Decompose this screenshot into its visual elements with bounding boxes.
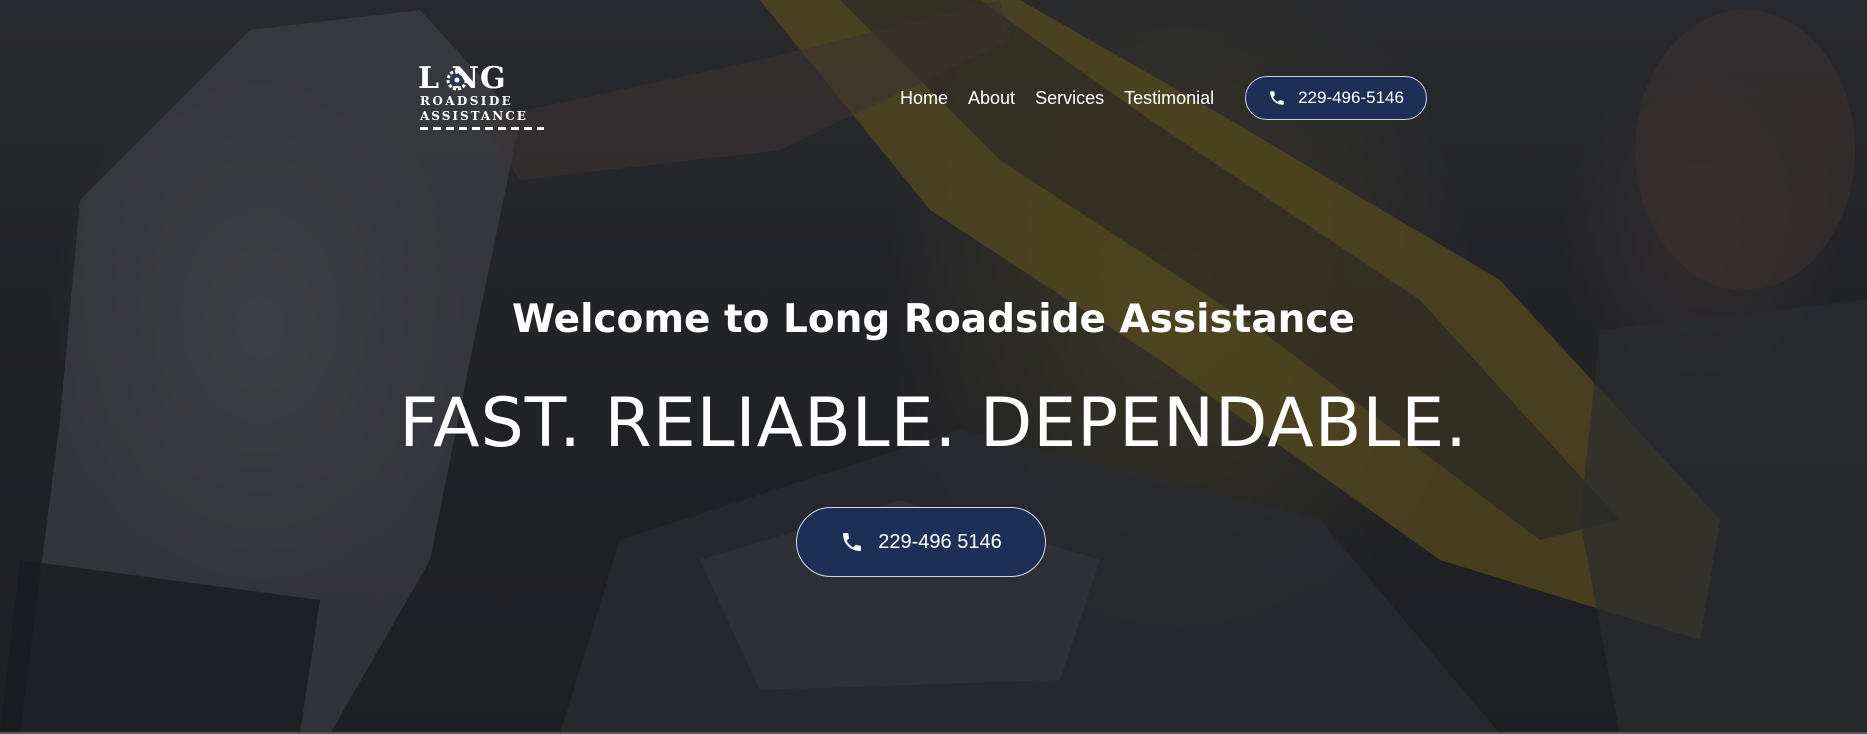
gear-icon [446,69,468,91]
phone-icon [1268,89,1286,107]
hero-call-label: 229-496 5146 [878,530,1002,553]
hero-call-button[interactable]: 229-496 5146 [796,507,1046,577]
welcome-heading: Welcome to Long Roadside Assistance [511,297,1355,342]
logo-line-assistance: ASSISTANCE [420,109,528,123]
header-phone-label: 229-496-5146 [1298,88,1404,107]
brand-logo[interactable]: L NG ROADSIDE ASSISTANCE [418,64,546,134]
logo-dashed-line [420,127,544,130]
header-phone-button[interactable]: 229-496-5146 [1245,76,1427,120]
dark-overlay [0,0,1867,734]
main-nav: Home About Services Testimonial [900,87,1214,109]
hero-tagline: FAST. RELIABLE. DEPENDABLE. [399,384,1468,463]
nav-testimonial[interactable]: Testimonial [1124,87,1214,109]
phone-icon [840,530,864,554]
nav-services[interactable]: Services [1035,87,1104,109]
nav-about[interactable]: About [968,87,1015,109]
logo-line-roadside: ROADSIDE [420,94,514,108]
hero-section: L NG ROADSIDE ASSISTANCE Home About Serv… [0,0,1867,734]
nav-home[interactable]: Home [900,87,948,109]
